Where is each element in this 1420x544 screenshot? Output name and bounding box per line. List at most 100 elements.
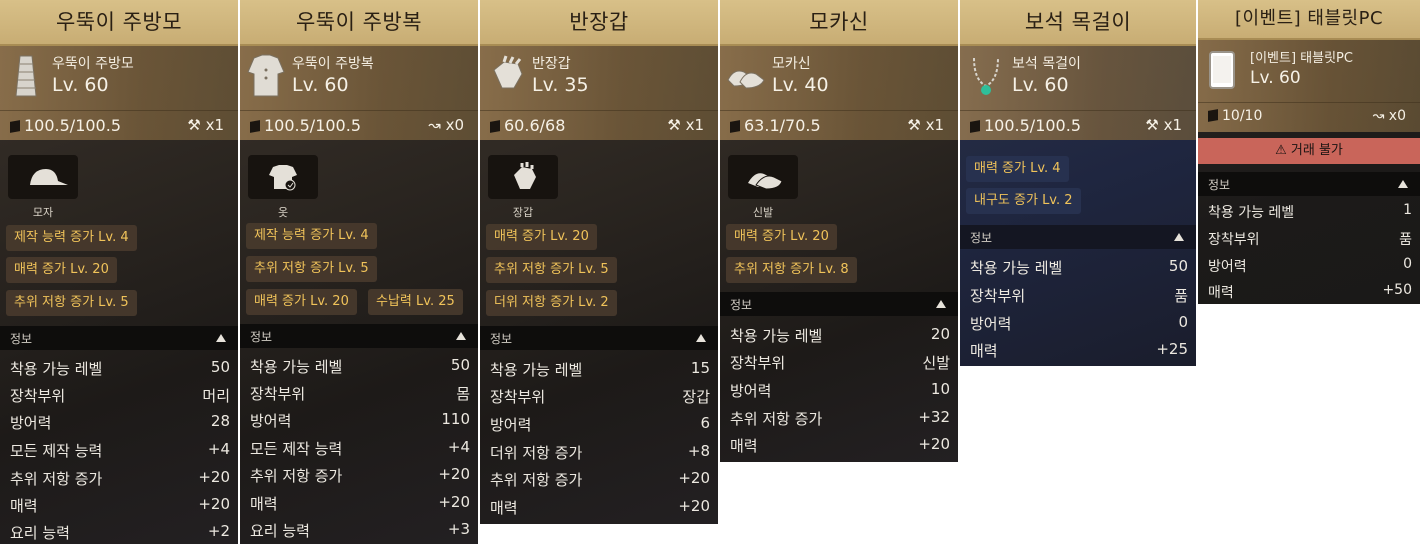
stat-row: 매력 +20 <box>250 493 470 513</box>
buff-tag: 추위 저항 증가 Lv. 5 <box>486 257 617 283</box>
item-name: 모카신 <box>772 56 811 72</box>
item-name: 우뚝이 주방복 <box>292 56 374 72</box>
durability: 100.5/100.5 <box>970 116 1081 135</box>
modifier: ↝ x0 <box>1372 108 1406 124</box>
collapse-arrow-icon[interactable] <box>1174 233 1184 241</box>
info-header[interactable]: 정보 <box>720 292 958 316</box>
item-card-gem-necklace: 보석 목걸이 보석 목걸이 Lv. 60 100.5/100.5 ⚒ x1 매력… <box>960 0 1196 366</box>
buff-tag: 제작 능력 증가 Lv. 4 <box>6 225 137 251</box>
item-level: Lv. 60 <box>1250 68 1301 88</box>
item-level: Lv. 60 <box>52 74 109 96</box>
info-header[interactable]: 정보 <box>0 326 238 350</box>
info-header[interactable]: 정보 <box>960 225 1196 249</box>
slot-icon-box <box>248 155 318 199</box>
info-header[interactable]: 정보 <box>480 326 718 350</box>
buff-tag: 내구도 증가 Lv. 2 <box>966 188 1081 214</box>
item-level: Lv. 40 <box>772 74 829 96</box>
durability: 100.5/100.5 <box>10 116 121 135</box>
item-name: 보석 목걸이 <box>1012 56 1081 72</box>
item-name: 우뚝이 주방모 <box>52 56 134 72</box>
collapse-arrow-icon[interactable] <box>1398 180 1408 188</box>
modifier: ⚒ x1 <box>907 116 944 134</box>
trade-locked-banner: ⚠ 거래 불가 <box>1198 138 1420 164</box>
buff-tag: 매력 증가 Lv. 4 <box>966 156 1069 182</box>
cap-icon <box>30 169 68 185</box>
buff-tag: 추위 저항 증가 Lv. 5 <box>6 290 137 316</box>
durability: 10/10 <box>1208 108 1262 124</box>
buff-tag: 추위 저항 증가 Lv. 5 <box>246 256 377 282</box>
stat-row: 더위 저항 증가 +8 <box>490 442 710 462</box>
stat-row: 방어력 0 <box>970 313 1188 333</box>
item-level: Lv. 35 <box>532 74 589 96</box>
item-card-event-tablet: [이벤트] 태블릿PC [이벤트] 태블릿PC Lv. 60 10/10 ↝ x… <box>1198 0 1420 304</box>
card-title: 우뚝이 주방모 <box>0 0 238 46</box>
durability-icon <box>490 120 500 133</box>
stat-row: 방어력 0 <box>1208 256 1412 275</box>
shirt-icon <box>269 165 297 191</box>
collapse-arrow-icon[interactable] <box>456 332 466 340</box>
stat-row: 추위 저항 증가 +20 <box>490 469 710 489</box>
stat-row: 착용 가능 레벨 15 <box>490 359 710 379</box>
stat-row: 모든 제작 능력 +4 <box>250 438 470 458</box>
stat-row: 장착부위 장갑 <box>490 388 710 406</box>
stat-row: 장착부위 머리 <box>10 387 230 405</box>
hammer-icon: ⚒ <box>1145 116 1164 134</box>
slot-label: 모자 <box>32 206 54 219</box>
item-name: [이벤트] 태블릿PC <box>1250 51 1353 66</box>
collapse-arrow-icon[interactable] <box>216 334 226 342</box>
moccasins-icon <box>724 50 768 102</box>
buff-tag: 매력 증가 Lv. 20 <box>6 257 117 283</box>
stat-row: 착용 가능 레벨 50 <box>10 358 230 378</box>
stat-row: 매력 +20 <box>490 497 710 517</box>
stat-row: 장착부위 품 <box>1208 232 1412 248</box>
buff-tag: 수납력 Lv. 25 <box>368 289 463 315</box>
modifier: ⚒ x1 <box>187 116 224 134</box>
slot-icon-box <box>728 155 798 199</box>
stat-row: 착용 가능 레벨 50 <box>970 257 1188 277</box>
item-level: Lv. 60 <box>1012 74 1069 96</box>
stat-row: 요리 능력 +3 <box>250 520 470 540</box>
buff-tag: 더위 저항 증가 Lv. 2 <box>486 290 617 316</box>
buff-tag: 매력 증가 Lv. 20 <box>246 289 357 315</box>
durability-icon <box>250 120 260 133</box>
shoe-icon <box>748 173 783 190</box>
card-title: [이벤트] 태블릿PC <box>1198 0 1420 40</box>
stat-row: 장착부위 신발 <box>730 354 950 372</box>
stat-row: 모든 제작 능력 +4 <box>10 440 230 460</box>
modifier: ↝ x0 <box>428 116 464 134</box>
card-title: 보석 목걸이 <box>960 0 1196 46</box>
durability: 60.6/68 <box>490 116 565 135</box>
durability: 63.1/70.5 <box>730 116 821 135</box>
buff-tag: 제작 능력 증가 Lv. 4 <box>246 223 377 249</box>
item-card-chef-uniform: 우뚝이 주방복 우뚝이 주방복 Lv. 60 100.5/100.5 ↝ x0 … <box>240 0 478 544</box>
stat-row: 방어력 6 <box>490 414 710 434</box>
stat-row: 추위 저항 증가 +32 <box>730 408 950 428</box>
repair-arrow-icon: ↝ <box>1372 108 1389 124</box>
card-title: 모카신 <box>720 0 958 46</box>
stat-row: 방어력 110 <box>250 410 470 430</box>
stat-row: 착용 가능 레벨 20 <box>730 325 950 345</box>
info-header[interactable]: 정보 <box>240 324 478 348</box>
item-card-chef-hat: 우뚝이 주방모 우뚝이 주방모 Lv. 60 100.5/100.5 ⚒ x1 … <box>0 0 238 544</box>
stat-row: 매력 +50 <box>1208 282 1412 301</box>
info-header[interactable]: 정보 <box>1198 172 1420 196</box>
buff-tag: 추위 저항 증가 Lv. 8 <box>726 257 857 283</box>
durability-icon <box>730 120 740 133</box>
hammer-icon: ⚒ <box>667 116 686 134</box>
stat-row: 매력 +20 <box>10 495 230 515</box>
card-title: 우뚝이 주방복 <box>240 0 478 46</box>
durability: 100.5/100.5 <box>250 116 361 135</box>
collapse-arrow-icon[interactable] <box>936 300 946 308</box>
item-level: Lv. 60 <box>292 74 349 96</box>
slot-label: 옷 <box>277 206 289 219</box>
card-title: 반장갑 <box>480 0 718 46</box>
collapse-arrow-icon[interactable] <box>696 334 706 342</box>
slot-icon-box <box>8 155 78 199</box>
hammer-icon: ⚒ <box>907 116 926 134</box>
stat-row: 매력 +25 <box>970 340 1188 360</box>
hammer-icon: ⚒ <box>187 116 206 134</box>
warning-icon: ⚠ <box>1275 143 1291 158</box>
necklace-icon <box>964 50 1008 102</box>
modifier: ⚒ x1 <box>1145 116 1182 134</box>
glove-icon <box>514 162 536 189</box>
